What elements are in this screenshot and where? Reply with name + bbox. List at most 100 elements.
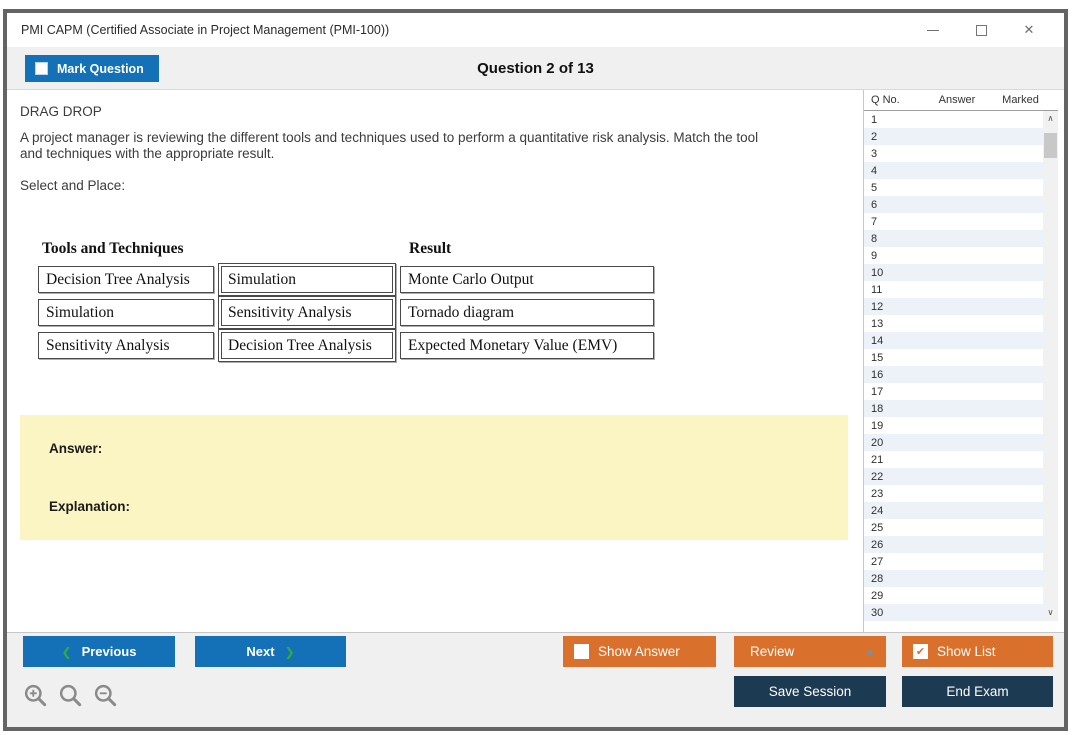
question-list-row[interactable]: 11 [864,281,1043,298]
question-list-row[interactable]: 19 [864,417,1043,434]
question-list-row[interactable]: 24 [864,502,1043,519]
tool-item[interactable]: Sensitivity Analysis [38,332,214,359]
placed-item[interactable]: Decision Tree Analysis [221,332,393,359]
result-item: Monte Carlo Output [400,266,654,293]
select-and-place-label: Select and Place: [20,178,125,193]
placed-item[interactable]: Sensitivity Analysis [221,299,393,326]
question-number: 3 [871,148,877,160]
show-answer-label: Show Answer [598,644,680,659]
explanation-label: Explanation: [49,499,130,514]
question-list-row[interactable]: 8 [864,230,1043,247]
mark-question-button[interactable]: Mark Question [25,55,159,82]
question-number: 7 [871,216,877,228]
previous-button[interactable]: ❮ Previous [23,636,175,667]
question-list-row[interactable]: 7 [864,213,1043,230]
close-icon[interactable]: ✕ [1020,21,1038,39]
qno-column-header: Q No. [864,94,921,106]
question-list-row[interactable]: 28 [864,570,1043,587]
question-number: 16 [871,369,883,381]
question-number: 20 [871,437,883,449]
question-number: 27 [871,556,883,568]
placed-item[interactable]: Simulation [221,266,393,293]
question-number: 14 [871,335,883,347]
question-list-row[interactable]: 1 [864,111,1043,128]
answer-panel: Answer: Explanation: [20,415,848,540]
question-list-row[interactable]: 13 [864,315,1043,332]
question-list-row[interactable]: 15 [864,349,1043,366]
question-list-row[interactable]: 12 [864,298,1043,315]
question-list: 1234567891011121314151617181920212223242… [864,111,1043,621]
result-item: Tornado diagram [400,299,654,326]
question-list-row[interactable]: 9 [864,247,1043,264]
question-number: 4 [871,165,877,177]
question-list-row[interactable]: 21 [864,451,1043,468]
drop-zone[interactable]: Simulation [218,263,396,296]
header-bar: Mark Question Question 2 of 13 [7,47,1064,90]
question-number: 18 [871,403,883,415]
app-window: PMI CAPM (Certified Associate in Project… [3,9,1068,731]
mark-question-checkbox[interactable] [35,62,48,75]
answer-label: Answer: [49,441,102,456]
save-session-label: Save Session [769,684,852,699]
show-answer-checkbox[interactable] [574,644,589,659]
question-prompt: A project manager is reviewing the diffe… [20,130,758,161]
question-number: 30 [871,607,883,619]
question-list-row[interactable]: 4 [864,162,1043,179]
question-list-row[interactable]: 25 [864,519,1043,536]
save-session-button[interactable]: Save Session [734,676,886,707]
scrollbar-thumb[interactable] [1044,133,1057,158]
zoom-reset-icon[interactable] [58,683,84,709]
title-bar: PMI CAPM (Certified Associate in Project… [7,13,1064,47]
question-list-row[interactable]: 14 [864,332,1043,349]
window-controls: ✕ [924,21,1050,39]
review-button[interactable]: Review ▲ [734,636,886,667]
prompt-line-1: A project manager is reviewing the diffe… [20,130,758,146]
maximize-icon[interactable] [972,21,990,39]
question-list-row[interactable]: 29 [864,587,1043,604]
question-number: 11 [871,284,882,296]
minimize-icon[interactable] [924,21,942,39]
chevron-right-icon: ❯ [285,645,295,659]
question-list-row[interactable]: 26 [864,536,1043,553]
question-list-row[interactable]: 22 [864,468,1043,485]
question-list-row[interactable]: 30 [864,604,1043,621]
question-list-row[interactable]: 16 [864,366,1043,383]
show-list-button[interactable]: ✔ Show List [902,636,1053,667]
drag-drop-area: Tools and Techniques Result Decision Tre… [38,240,654,359]
question-list-row[interactable]: 27 [864,553,1043,570]
question-number: 26 [871,539,883,551]
question-list-row[interactable]: 10 [864,264,1043,281]
end-exam-label: End Exam [946,684,1008,699]
question-list-row[interactable]: 3 [864,145,1043,162]
question-list-scrollbar[interactable]: ∧ ∨ [1043,111,1058,621]
question-list-row[interactable]: 23 [864,485,1043,502]
tool-item[interactable]: Decision Tree Analysis [38,266,214,293]
mark-question-label: Mark Question [57,62,144,76]
scroll-down-icon[interactable]: ∨ [1043,605,1058,621]
drop-zone[interactable]: Sensitivity Analysis [218,296,396,329]
question-list-row[interactable]: 6 [864,196,1043,213]
show-answer-button[interactable]: Show Answer [563,636,716,667]
question-list-row[interactable]: 5 [864,179,1043,196]
zoom-in-icon[interactable] [23,683,49,709]
drag-table-headers: Tools and Techniques Result [38,240,654,266]
scroll-up-icon[interactable]: ∧ [1043,111,1058,127]
zoom-out-icon[interactable] [93,683,119,709]
drop-zone[interactable]: Decision Tree Analysis [218,329,396,362]
question-number: 28 [871,573,883,585]
question-number: 8 [871,233,877,245]
question-list-row[interactable]: 20 [864,434,1043,451]
end-exam-button[interactable]: End Exam [902,676,1053,707]
question-list-sidebar: Q No. Answer Marked 12345678910111213141… [863,90,1058,632]
next-button[interactable]: Next ❯ [195,636,346,667]
show-list-checkbox[interactable]: ✔ [913,644,928,659]
tool-item[interactable]: Simulation [38,299,214,326]
question-number: 25 [871,522,883,534]
question-list-row[interactable]: 17 [864,383,1043,400]
question-number: 24 [871,505,883,517]
question-list-row[interactable]: 18 [864,400,1043,417]
question-number: 23 [871,488,883,500]
question-list-row[interactable]: 2 [864,128,1043,145]
zoom-controls [23,683,119,709]
question-number: 1 [871,114,877,126]
